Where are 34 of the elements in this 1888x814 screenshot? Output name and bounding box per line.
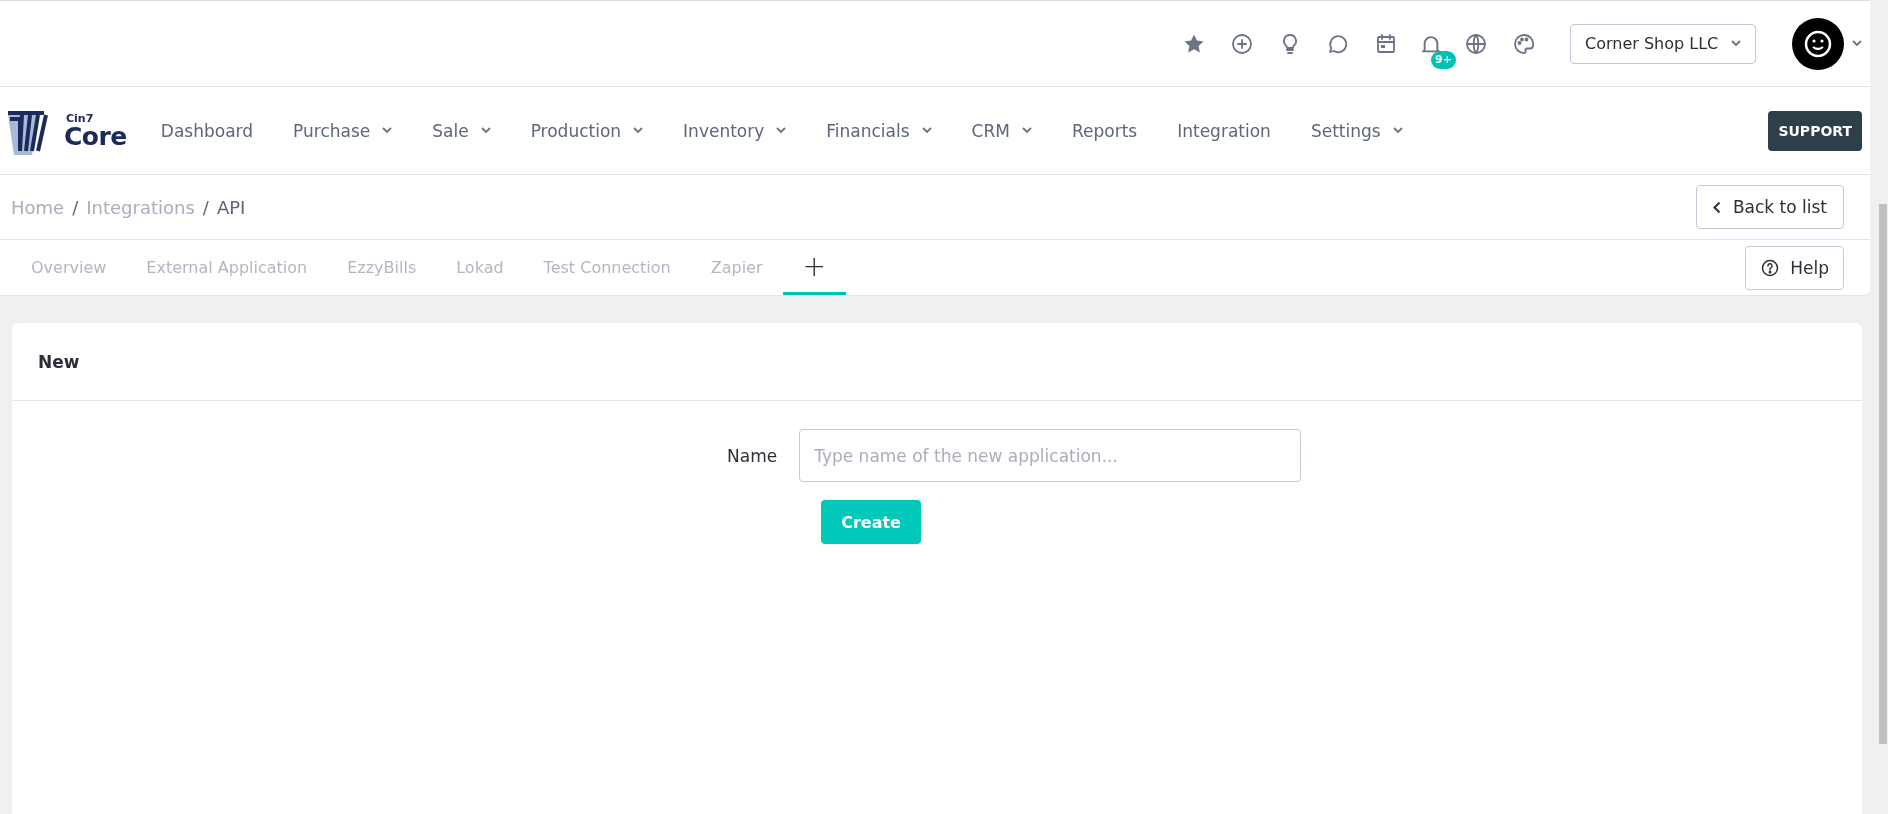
help-icon — [1760, 257, 1781, 278]
back-to-list-button[interactable]: Back to list — [1695, 185, 1844, 229]
card-title: New — [12, 323, 1862, 401]
avatar-icon[interactable] — [1792, 17, 1844, 70]
nav-menu-item[interactable]: Sale — [412, 120, 511, 141]
nav-menu-item[interactable]: CRM — [951, 120, 1052, 141]
nav-menu-item[interactable]: Settings — [1290, 120, 1423, 141]
notification-badge: 9+ — [1431, 50, 1456, 69]
nav-menu-item[interactable]: Production — [510, 120, 664, 141]
chevron-left-icon — [1712, 200, 1721, 214]
chevron-down-icon — [1852, 40, 1862, 47]
add-tab[interactable]: + — [782, 240, 846, 295]
breadcrumb-link[interactable]: API — [216, 196, 246, 218]
name-input-field[interactable]: Type name of the new application... — [799, 429, 1302, 482]
support-button[interactable]: SUPPORT — [1768, 110, 1862, 151]
nav-menu-item[interactable]: Inventory — [663, 120, 807, 141]
nav-menu-item[interactable]: Integration — [1157, 120, 1291, 141]
breadcrumb-separator: / — [72, 196, 79, 218]
nav-menu-item[interactable]: Reports — [1051, 120, 1158, 141]
help-button[interactable]: Help — [1745, 245, 1844, 290]
nav-menu-item[interactable]: Purchase — [273, 120, 413, 141]
chevron-down-icon — [1731, 40, 1741, 47]
breadcrumb-separator: / — [202, 196, 209, 218]
logo-small-text: Cin7 — [66, 112, 95, 124]
calendar-icon[interactable] — [1374, 31, 1398, 56]
logo-text: Core — [64, 123, 127, 149]
add-icon[interactable] — [1230, 31, 1254, 56]
palette-icon[interactable] — [1512, 31, 1536, 56]
field-label: Name — [727, 445, 778, 466]
company-select[interactable]: Corner Shop LLC — [1570, 23, 1756, 64]
nav-menu-item[interactable]: Financials — [806, 120, 952, 141]
nav-menu-item[interactable]: Dashboard — [140, 120, 274, 141]
bell-icon[interactable] — [1422, 34, 1440, 53]
globe-icon[interactable] — [1464, 31, 1488, 56]
